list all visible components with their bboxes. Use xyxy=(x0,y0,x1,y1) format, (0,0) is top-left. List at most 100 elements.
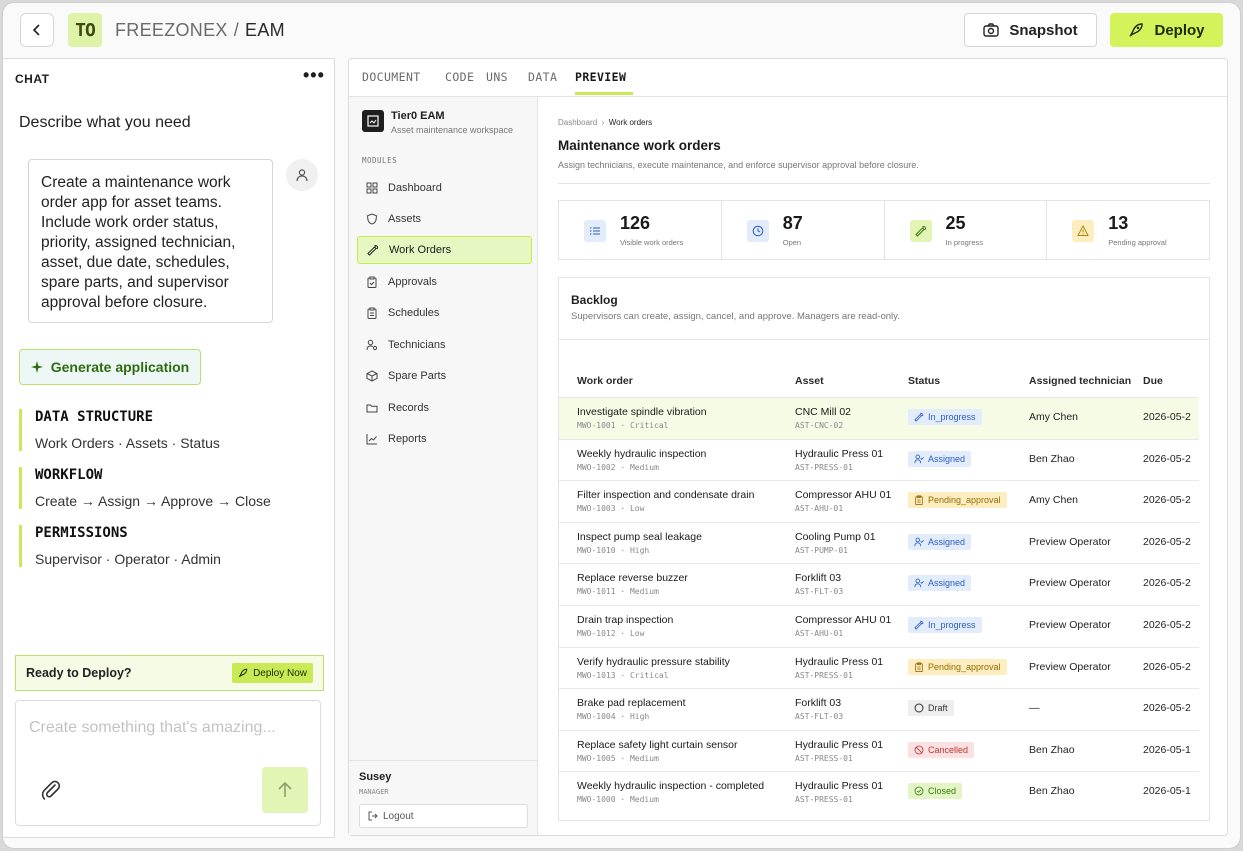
breadcrumb-root[interactable]: Dashboard xyxy=(558,118,597,127)
circle-icon xyxy=(914,703,924,713)
table-row[interactable]: Weekly hydraulic inspection - completed M… xyxy=(559,771,1199,813)
work-order-title[interactable]: Inspect pump seal leakage xyxy=(577,531,702,543)
tab-preview[interactable]: PREVIEW xyxy=(575,70,626,84)
table-row[interactable]: Filter inspection and condensate drain MW… xyxy=(559,480,1199,522)
user-avatar xyxy=(286,159,318,191)
sidebar-item-assets[interactable]: Assets xyxy=(357,205,532,233)
user-cog-icon xyxy=(366,339,378,351)
asset-cell: Hydraulic Press 01 AST-PRESS-01 xyxy=(795,448,883,472)
top-bar: TO FREEZONEX / EAM Snapshot Deploy xyxy=(3,3,1240,59)
sidebar-item-label: Spare Parts xyxy=(388,370,447,382)
user-box: Susey MANAGER Logout xyxy=(349,760,538,835)
sidebar-item-technicians[interactable]: Technicians xyxy=(357,331,532,359)
column-header-status[interactable]: Status xyxy=(908,375,940,387)
logout-icon xyxy=(368,811,378,821)
work-order-title[interactable]: Investigate spindle vibration xyxy=(577,406,707,418)
chat-input-placeholder[interactable]: Create something that's amazing... xyxy=(29,719,276,737)
work-order-title[interactable]: Replace safety light curtain sensor xyxy=(577,739,738,751)
sidebar-item-spare-parts[interactable]: Spare Parts xyxy=(357,362,532,390)
work-order-meta: MWO-1002 · Medium xyxy=(577,462,659,472)
tab-code[interactable]: CODE xyxy=(445,70,474,84)
work-order-meta: MWO-1012 · Low xyxy=(577,629,645,638)
stat-value: 87 xyxy=(782,213,803,233)
status-label: Assigned xyxy=(928,453,966,464)
work-order-title[interactable]: Brake pad replacement xyxy=(577,697,686,709)
column-header-work-order[interactable]: Work order xyxy=(577,375,633,387)
asset-code: AST-PRESS-01 xyxy=(795,670,853,680)
stat-value: 126 xyxy=(620,213,651,233)
backlog-card: Backlog Supervisors can create, assign, … xyxy=(558,277,1210,821)
back-button[interactable] xyxy=(20,13,54,47)
deploy-button[interactable]: Deploy xyxy=(1110,13,1223,47)
main-panel: DOCUMENT CODE UNS DATA PREVIEW Tier0 EAM… xyxy=(348,58,1228,836)
work-order-title[interactable]: Drain trap inspection xyxy=(577,614,673,626)
tab-document[interactable]: DOCUMENT xyxy=(362,70,421,84)
breadcrumb-app: EAM xyxy=(245,20,285,40)
work-order-cell: Filter inspection and condensate drain MW… xyxy=(577,489,754,513)
tab-data[interactable]: DATA xyxy=(528,70,557,84)
table-row[interactable]: Replace reverse buzzer MWO-1011 · Medium F… xyxy=(559,563,1199,605)
page-breadcrumb: Dashboard › Work orders xyxy=(558,118,652,127)
camera-icon xyxy=(983,23,1000,37)
ready-text: Ready to Deploy? xyxy=(26,666,132,680)
workspace-name: Tier0 EAM xyxy=(391,110,445,122)
table-row[interactable]: Weekly hydraulic inspection MWO-1002 · Me… xyxy=(559,438,1199,481)
due-date-cell: 2026-05-2 xyxy=(1143,494,1191,507)
table-row[interactable]: Inspect pump seal leakage MWO-1010 · High… xyxy=(559,521,1199,564)
work-order-title[interactable]: Replace reverse buzzer xyxy=(577,572,688,584)
logout-button[interactable]: Logout xyxy=(359,804,528,828)
user-name: Susey xyxy=(359,771,392,783)
chat-title: CHAT xyxy=(15,72,50,86)
sidebar-item-records[interactable]: Records xyxy=(357,394,532,422)
sidebar-item-label: Technicians xyxy=(388,339,446,351)
sidebar-item-dashboard[interactable]: Dashboard xyxy=(357,174,532,202)
app-window: TO FREEZONEX / EAM Snapshot Deploy CHAT ••… xyxy=(2,2,1241,849)
tab-bar: DOCUMENT CODE UNS DATA PREVIEW xyxy=(349,59,1227,97)
work-order-cell: Weekly hydraulic inspection MWO-1002 · Me… xyxy=(577,448,706,472)
sidebar-item-label: Schedules xyxy=(388,307,440,319)
status-badge: Pending_approval xyxy=(908,492,1007,509)
sidebar-item-work-orders[interactable]: Work Orders xyxy=(357,236,532,264)
rocket-icon xyxy=(238,668,248,678)
sidebar-item-reports[interactable]: Reports xyxy=(357,425,532,453)
status-badge: In_progress xyxy=(908,617,982,633)
sidebar-item-approvals[interactable]: Approvals xyxy=(357,268,532,296)
column-header-technician[interactable]: Assigned technician xyxy=(1029,375,1131,387)
generate-application-button[interactable]: Generate application xyxy=(19,349,201,385)
work-order-title[interactable]: Weekly hydraulic inspection - completed xyxy=(577,780,764,792)
breadcrumb: FREEZONEX / EAM xyxy=(115,20,285,41)
table-row[interactable]: Replace safety light curtain sensor MWO-1… xyxy=(559,729,1199,772)
table-row[interactable]: Investigate spindle vibration MWO-1001 · … xyxy=(559,397,1199,439)
status-badge: Assigned xyxy=(908,533,972,550)
snapshot-button[interactable]: Snapshot xyxy=(964,13,1097,47)
breadcrumb-project[interactable]: FREEZONEX xyxy=(115,20,228,40)
asset-name: Compressor AHU 01 xyxy=(795,614,892,626)
asset-code: AST-PRESS-01 xyxy=(795,795,853,805)
tab-uns[interactable]: UNS xyxy=(486,70,508,84)
wrench-icon xyxy=(914,412,924,422)
sidebar-item-schedules[interactable]: Schedules xyxy=(357,299,532,327)
section-body: Work Orders · Assets · Status xyxy=(35,435,220,451)
more-options-icon[interactable]: ••• xyxy=(303,65,325,86)
due-date-cell: 2026-05-1 xyxy=(1143,785,1191,798)
shield-icon xyxy=(366,213,378,225)
work-order-title[interactable]: Filter inspection and condensate drain xyxy=(577,489,754,501)
attach-icon[interactable] xyxy=(40,779,62,806)
package-icon xyxy=(366,370,378,382)
section-title: DATA STRUCTURE xyxy=(35,409,154,425)
page-title: Maintenance work orders xyxy=(558,138,721,153)
work-order-title[interactable]: Verify hydraulic pressure stability xyxy=(577,656,730,668)
technician-cell: Preview Operator xyxy=(1029,619,1111,631)
table-row[interactable]: Brake pad replacement MWO-1004 · High Fork… xyxy=(559,688,1199,730)
work-order-title[interactable]: Weekly hydraulic inspection xyxy=(577,448,706,460)
table-row[interactable]: Verify hydraulic pressure stability MWO-1… xyxy=(559,646,1199,689)
status-cell: Closed xyxy=(908,783,963,801)
table-row[interactable]: Drain trap inspection MWO-1012 · Low Compr… xyxy=(559,605,1199,647)
column-header-asset[interactable]: Asset xyxy=(795,375,824,387)
clipboard-icon xyxy=(914,495,924,506)
status-label: Assigned xyxy=(928,578,966,589)
deploy-now-button[interactable]: Deploy Now xyxy=(232,663,313,683)
chat-composer[interactable]: Create something that's amazing... xyxy=(15,700,321,826)
send-button[interactable] xyxy=(262,767,308,813)
column-header-due[interactable]: Due xyxy=(1143,375,1163,387)
